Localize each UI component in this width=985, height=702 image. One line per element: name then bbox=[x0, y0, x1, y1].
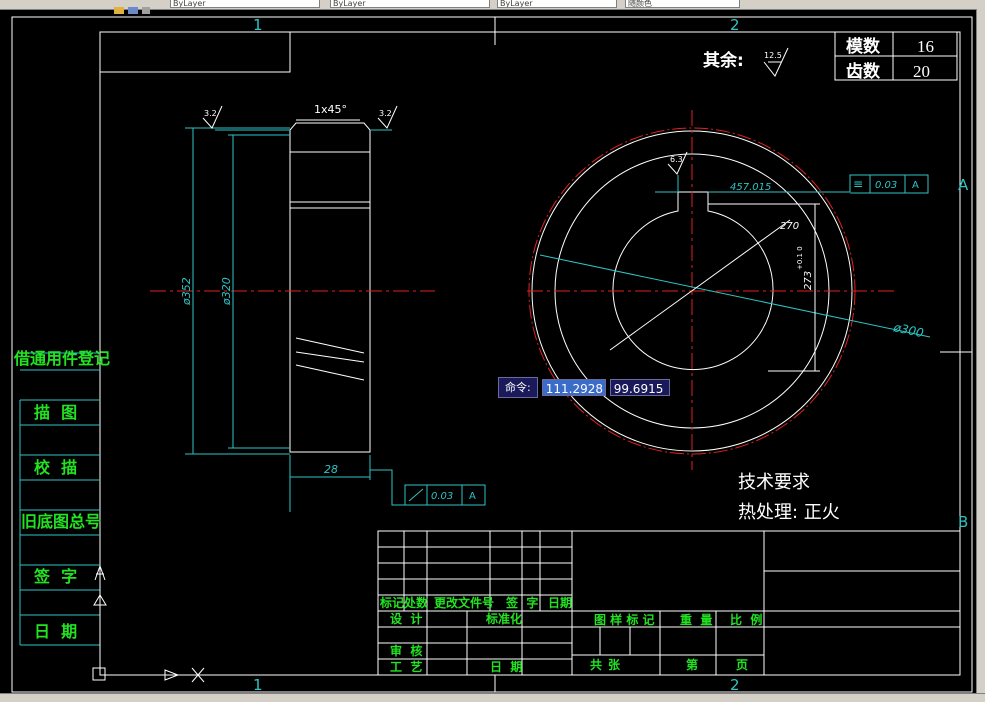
roughness-note: 其余: 12.5 bbox=[703, 47, 789, 77]
tb-change-doc: 更改文件号 bbox=[434, 595, 494, 610]
command-label: 命令: bbox=[498, 377, 538, 398]
zone-top-2: 2 bbox=[730, 16, 740, 34]
coord-x-input[interactable]: 111.2928 bbox=[541, 379, 606, 396]
tb-sheets: 张 bbox=[608, 657, 621, 672]
keyway-depth-label: 273 bbox=[803, 271, 814, 290]
gear-front-view: 457.015 6.3 270 273 +0.1 0 ø300 ≡ 0.03 A bbox=[527, 110, 931, 470]
tech-req-heat: 热处理: 正火 bbox=[738, 502, 840, 523]
roughness-right: 3.2 bbox=[379, 109, 392, 118]
tb-process: 工 艺 bbox=[390, 659, 422, 674]
stamp-row-6: 日 期 bbox=[34, 622, 77, 641]
tb-review: 审 核 bbox=[390, 643, 422, 658]
symmetry-datum: A bbox=[912, 180, 919, 191]
teeth-value: 20 bbox=[913, 62, 930, 81]
sheet-frame bbox=[11, 16, 973, 693]
symmetry-symbol: ≡ bbox=[853, 177, 863, 191]
stamp-row-2: 描 图 bbox=[34, 403, 77, 422]
layer-select[interactable]: ByLayer bbox=[170, 0, 320, 8]
tb-scale: 比 例 bbox=[730, 612, 762, 627]
linetype-select[interactable]: ByLayer bbox=[330, 0, 490, 8]
gear-side-view: 1x45° 3.2 3.2 ø352 ø320 28 0.03 A bbox=[150, 103, 486, 512]
width-label: 28 bbox=[324, 463, 338, 476]
chamfer-label: 1x45° bbox=[314, 103, 347, 116]
tb-mark: 标记 bbox=[379, 595, 404, 610]
zone-right-a: A bbox=[958, 176, 969, 194]
tb-total: 共 bbox=[590, 657, 602, 672]
lineweight-select[interactable]: ByLayer bbox=[497, 0, 617, 8]
drawing-canvas[interactable]: 1 2 1 2 A B 模数 16 齿数 20 其余: 12.5 1x45° 3… bbox=[0, 9, 976, 697]
stamp-row-3: 校 描 bbox=[34, 458, 77, 477]
roughness-note-label: 其余: bbox=[703, 50, 744, 71]
stamp-row-1: 借通用件登记 bbox=[13, 349, 110, 368]
zone-labels: 1 2 1 2 A B bbox=[253, 16, 969, 694]
roughness-left: 3.2 bbox=[204, 109, 217, 118]
tb-page-of: 第 bbox=[686, 657, 698, 672]
zone-right-b: B bbox=[958, 513, 968, 531]
ucs-icon bbox=[92, 564, 205, 683]
keyway-width-label: 457.015 bbox=[730, 182, 771, 193]
tb-design: 设 计 bbox=[390, 611, 422, 626]
tb-weight: 重 量 bbox=[680, 612, 712, 627]
dynamic-input: 命令: 111.2928 99.6915 bbox=[498, 377, 670, 398]
stamp-row-5: 签 字 bbox=[33, 567, 77, 586]
runout-value: 0.03 bbox=[431, 491, 453, 502]
module-label: 模数 bbox=[846, 36, 881, 57]
dia-outer-label: ø352 bbox=[180, 277, 193, 306]
teeth-label: 齿数 bbox=[846, 61, 881, 82]
tb-date: 日期 bbox=[548, 595, 572, 610]
module-value: 16 bbox=[917, 37, 934, 56]
coord-y-input[interactable]: 99.6915 bbox=[609, 379, 670, 396]
runout-datum: A bbox=[469, 491, 476, 502]
dia-pitch-label: ø320 bbox=[220, 277, 233, 306]
title-block: 标记 处数 更改文件号 签 字 日期 设 计 标准化 审 核 工 艺 日 期 图… bbox=[377, 530, 961, 676]
tb-drawing-mark: 图 样 标 记 bbox=[594, 612, 655, 627]
roughness-keyway: 6.3 bbox=[670, 155, 683, 164]
tb-date2: 日 期 bbox=[490, 659, 522, 674]
symmetry-value: 0.03 bbox=[875, 180, 897, 191]
tb-signature: 签 字 bbox=[505, 595, 538, 610]
left-stamp-column: 借通用件登记 描 图 校 描 旧底图总号 签 字 日 期 bbox=[13, 349, 110, 646]
tb-page: 页 bbox=[736, 658, 748, 672]
gear-parameter-table: 模数 16 齿数 20 bbox=[834, 31, 958, 82]
plotstyle-select[interactable]: 随颜色 bbox=[625, 0, 740, 8]
roughness-note-value: 12.5 bbox=[764, 51, 782, 60]
layer-tools-icon[interactable] bbox=[112, 0, 150, 14]
tb-standardize: 标准化 bbox=[485, 611, 522, 626]
zone-bottom-1: 1 bbox=[253, 676, 263, 694]
technical-requirements: 技术要求 热处理: 正火 bbox=[738, 472, 840, 523]
stamp-row-4: 旧底图总号 bbox=[21, 512, 101, 531]
zone-top-1: 1 bbox=[253, 16, 263, 34]
tech-req-title: 技术要求 bbox=[738, 472, 810, 493]
zone-bottom-2: 2 bbox=[730, 676, 740, 694]
outer-dia-label: ø300 bbox=[891, 320, 925, 340]
bore-dia-label: 270 bbox=[780, 221, 799, 232]
tb-count: 处数 bbox=[403, 595, 429, 610]
vertical-scrollbar[interactable] bbox=[976, 9, 985, 697]
keyway-tol-label: +0.1 0 bbox=[796, 246, 804, 270]
